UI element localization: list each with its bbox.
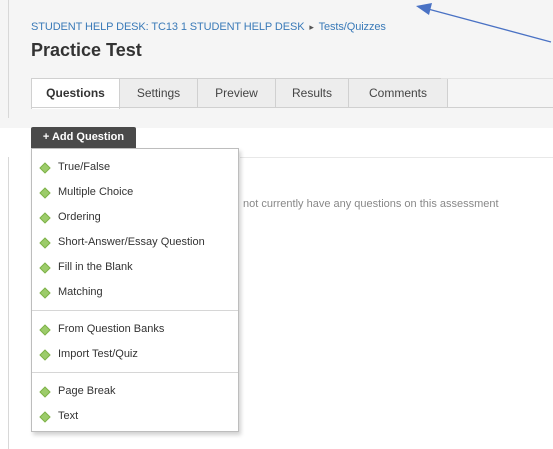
annotation-arrow-icon — [416, 3, 552, 43]
